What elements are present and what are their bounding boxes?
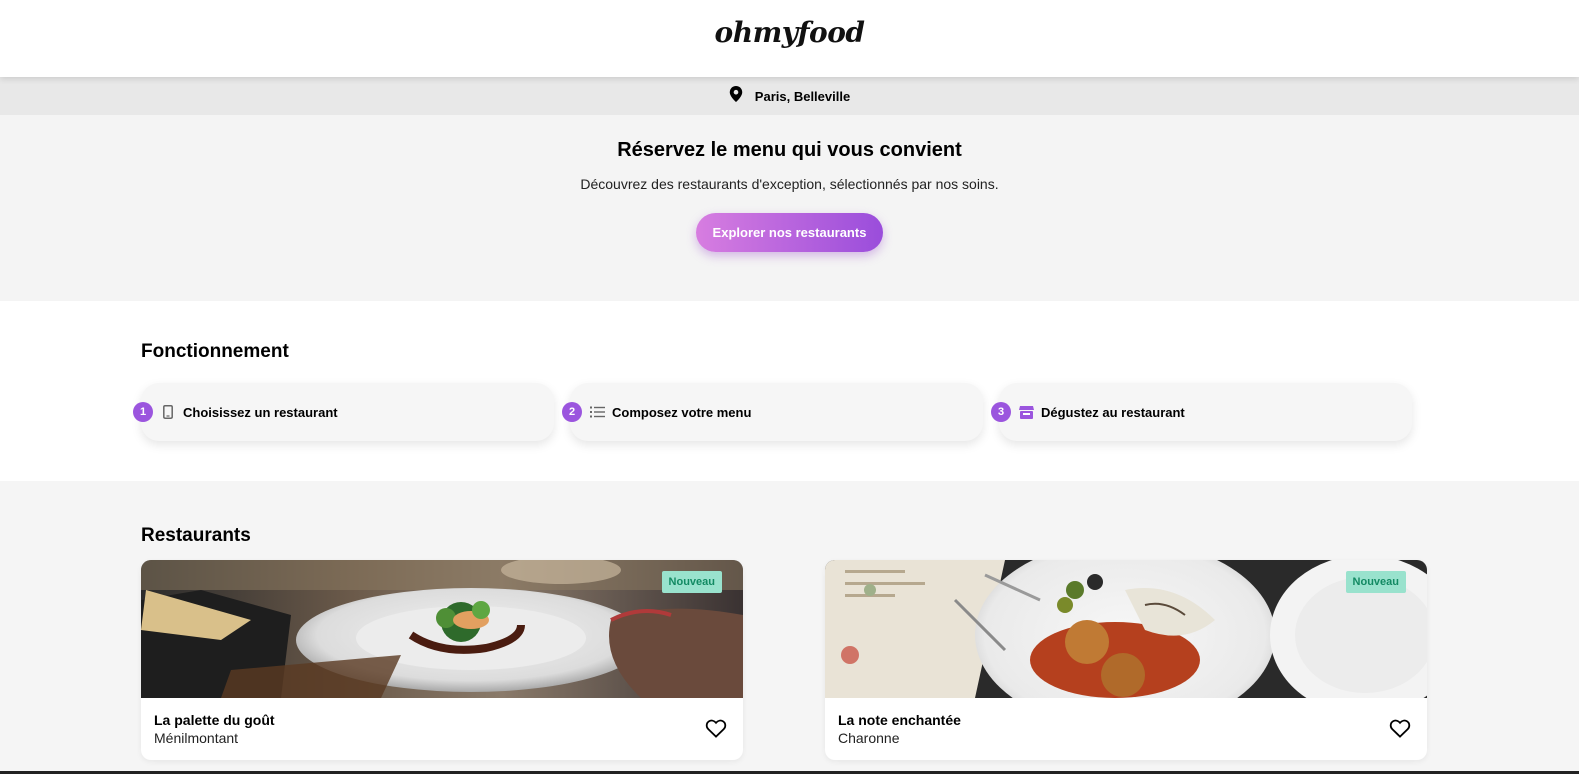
step-label: Choisissez un restaurant: [183, 404, 338, 420]
list-icon: [589, 404, 605, 420]
restaurants-title: Restaurants: [141, 525, 251, 546]
restaurant-area: Ménilmontant: [154, 730, 239, 746]
hero-title: Réservez le menu qui vous convient: [617, 139, 962, 161]
restaurant-photo: Nouveau: [825, 560, 1427, 698]
heart-icon[interactable]: [1389, 718, 1411, 738]
location-text[interactable]: Paris, Belleville: [755, 89, 850, 104]
phone-icon: [160, 404, 176, 420]
new-badge: Nouveau: [661, 571, 722, 593]
how-it-works-section: Fonctionnement 1 Choisissez un restauran…: [0, 301, 1579, 481]
ohmyfood-logo[interactable]: ohmyfood: [715, 16, 865, 49]
store-icon: [1018, 404, 1034, 420]
restaurant-info: La palette du goût Ménilmontant: [141, 698, 743, 760]
restaurants-section: Restaurants Nouveau La palette du goût M…: [0, 481, 1579, 774]
step-label: Composez votre menu: [612, 404, 752, 420]
explore-restaurants-button[interactable]: Explorer nos restaurants: [695, 213, 884, 252]
restaurant-card[interactable]: Nouveau La note enchantée Charonne: [825, 560, 1427, 760]
map-pin-icon: [729, 86, 743, 102]
step-choose-restaurant[interactable]: 1 Choisissez un restaurant: [133, 383, 554, 441]
hero-subtitle: Découvrez des restaurants d'exception, s…: [580, 176, 999, 192]
restaurant-cards: Nouveau La palette du goût Ménilmontant: [141, 560, 1579, 760]
step-label: Dégustez au restaurant: [1041, 404, 1185, 420]
restaurant-photo: Nouveau: [141, 560, 743, 698]
restaurant-name[interactable]: La note enchantée: [838, 712, 1414, 728]
restaurant-info: La note enchantée Charonne: [825, 698, 1427, 760]
steps-list: 1 Choisissez un restaurant 2 Composez vo…: [133, 383, 1579, 441]
step-compose-menu[interactable]: 2 Composez votre menu: [562, 383, 983, 441]
hero-section: Réservez le menu qui vous convient Décou…: [0, 115, 1579, 301]
step-number: 2: [562, 402, 582, 422]
restaurant-area: Charonne: [838, 730, 900, 746]
step-taste-restaurant[interactable]: 3 Dégustez au restaurant: [991, 383, 1412, 441]
how-title: Fonctionnement: [141, 341, 289, 362]
step-number: 1: [133, 402, 153, 422]
location-bar: Paris, Belleville: [0, 77, 1579, 115]
new-badge: Nouveau: [1345, 571, 1406, 593]
step-number: 3: [991, 402, 1011, 422]
restaurant-card[interactable]: Nouveau La palette du goût Ménilmontant: [141, 560, 743, 760]
heart-icon[interactable]: [705, 718, 727, 738]
restaurant-name[interactable]: La palette du goût: [154, 712, 730, 728]
site-header: ohmyfood: [0, 0, 1579, 77]
